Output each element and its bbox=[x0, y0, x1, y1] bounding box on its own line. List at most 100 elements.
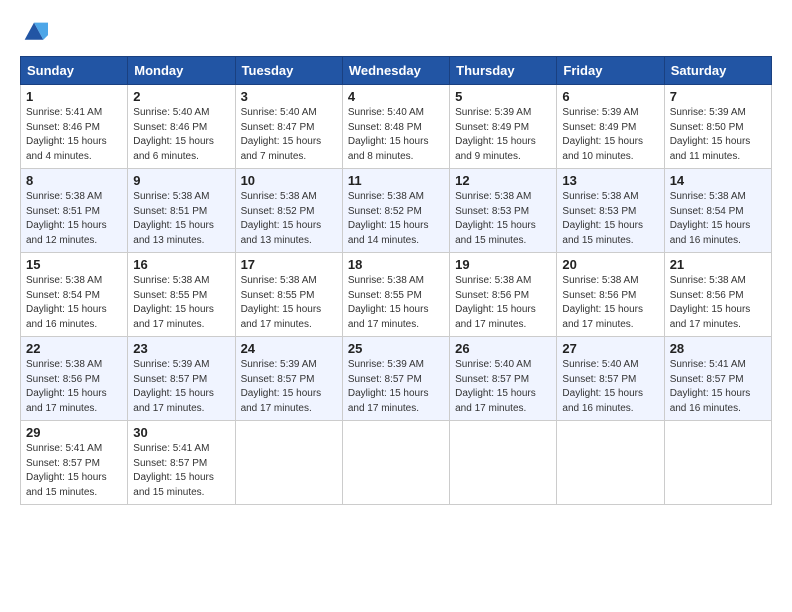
day-number: 16 bbox=[133, 257, 229, 272]
day-number: 25 bbox=[348, 341, 444, 356]
day-info: Sunrise: 5:41 AMSunset: 8:46 PMDaylight:… bbox=[26, 106, 122, 164]
calendar-cell: 5Sunrise: 5:39 AMSunset: 8:49 PMDaylight… bbox=[450, 85, 557, 169]
header-sunday: Sunday bbox=[21, 57, 128, 85]
day-info: Sunrise: 5:41 AMSunset: 8:57 PMDaylight:… bbox=[670, 358, 766, 416]
calendar-cell: 26Sunrise: 5:40 AMSunset: 8:57 PMDayligh… bbox=[450, 337, 557, 421]
calendar-cell: 14 Sunrise: 5:38 AMSunset: 8:54 PMDayligh… bbox=[664, 169, 771, 253]
header-monday: Monday bbox=[128, 57, 235, 85]
logo bbox=[20, 18, 52, 46]
day-number: 8 bbox=[26, 173, 122, 188]
day-info: Sunrise: 5:38 AMSunset: 8:54 PMDaylight:… bbox=[670, 190, 766, 248]
day-number: 7 bbox=[670, 89, 766, 104]
calendar-header-row: SundayMondayTuesdayWednesdayThursdayFrid… bbox=[21, 57, 772, 85]
day-info: Sunrise: 5:38 AMSunset: 8:55 PMDaylight:… bbox=[241, 274, 337, 332]
day-info: Sunrise: 5:38 AMSunset: 8:51 PMDaylight:… bbox=[26, 190, 122, 248]
day-number: 21 bbox=[670, 257, 766, 272]
logo-icon bbox=[20, 18, 48, 46]
day-info: Sunrise: 5:40 AMSunset: 8:46 PMDaylight:… bbox=[133, 106, 229, 164]
calendar-table: SundayMondayTuesdayWednesdayThursdayFrid… bbox=[20, 56, 772, 505]
day-number: 27 bbox=[562, 341, 658, 356]
calendar-cell: 30 Sunrise: 5:41 AMSunset: 8:57 PMDayligh… bbox=[128, 421, 235, 505]
calendar-cell: 11 Sunrise: 5:38 AMSunset: 8:52 PMDayligh… bbox=[342, 169, 449, 253]
calendar-cell bbox=[557, 421, 664, 505]
calendar-cell: 22 Sunrise: 5:38 AMSunset: 8:56 PMDayligh… bbox=[21, 337, 128, 421]
day-info: Sunrise: 5:39 AMSunset: 8:50 PMDaylight:… bbox=[670, 106, 766, 164]
day-info: Sunrise: 5:41 AMSunset: 8:57 PMDaylight:… bbox=[26, 442, 122, 500]
calendar-cell: 12Sunrise: 5:38 AMSunset: 8:53 PMDayligh… bbox=[450, 169, 557, 253]
day-info: Sunrise: 5:40 AMSunset: 8:48 PMDaylight:… bbox=[348, 106, 444, 164]
day-number: 18 bbox=[348, 257, 444, 272]
day-info: Sunrise: 5:38 AMSunset: 8:56 PMDaylight:… bbox=[670, 274, 766, 332]
day-number: 6 bbox=[562, 89, 658, 104]
header bbox=[20, 18, 772, 46]
calendar-cell: 4 Sunrise: 5:40 AMSunset: 8:48 PMDaylight… bbox=[342, 85, 449, 169]
calendar-cell: 13 Sunrise: 5:38 AMSunset: 8:53 PMDayligh… bbox=[557, 169, 664, 253]
header-friday: Friday bbox=[557, 57, 664, 85]
calendar-cell: 21 Sunrise: 5:38 AMSunset: 8:56 PMDayligh… bbox=[664, 253, 771, 337]
day-info: Sunrise: 5:41 AMSunset: 8:57 PMDaylight:… bbox=[133, 442, 229, 500]
header-wednesday: Wednesday bbox=[342, 57, 449, 85]
calendar-cell: 17 Sunrise: 5:38 AMSunset: 8:55 PMDayligh… bbox=[235, 253, 342, 337]
calendar-cell bbox=[450, 421, 557, 505]
calendar-cell: 3 Sunrise: 5:40 AMSunset: 8:47 PMDaylight… bbox=[235, 85, 342, 169]
calendar-week-5: 29 Sunrise: 5:41 AMSunset: 8:57 PMDayligh… bbox=[21, 421, 772, 505]
day-number: 17 bbox=[241, 257, 337, 272]
day-number: 23 bbox=[133, 341, 229, 356]
day-info: Sunrise: 5:38 AMSunset: 8:52 PMDaylight:… bbox=[241, 190, 337, 248]
day-info: Sunrise: 5:38 AMSunset: 8:55 PMDaylight:… bbox=[133, 274, 229, 332]
day-number: 10 bbox=[241, 173, 337, 188]
day-number: 28 bbox=[670, 341, 766, 356]
day-info: Sunrise: 5:40 AMSunset: 8:47 PMDaylight:… bbox=[241, 106, 337, 164]
calendar-cell: 29 Sunrise: 5:41 AMSunset: 8:57 PMDayligh… bbox=[21, 421, 128, 505]
calendar-week-2: 8 Sunrise: 5:38 AMSunset: 8:51 PMDaylight… bbox=[21, 169, 772, 253]
calendar-week-1: 1 Sunrise: 5:41 AMSunset: 8:46 PMDaylight… bbox=[21, 85, 772, 169]
header-tuesday: Tuesday bbox=[235, 57, 342, 85]
day-info: Sunrise: 5:38 AMSunset: 8:54 PMDaylight:… bbox=[26, 274, 122, 332]
calendar-cell: 15 Sunrise: 5:38 AMSunset: 8:54 PMDayligh… bbox=[21, 253, 128, 337]
calendar-cell: 8 Sunrise: 5:38 AMSunset: 8:51 PMDaylight… bbox=[21, 169, 128, 253]
day-info: Sunrise: 5:38 AMSunset: 8:53 PMDaylight:… bbox=[562, 190, 658, 248]
day-number: 29 bbox=[26, 425, 122, 440]
day-info: Sunrise: 5:39 AMSunset: 8:57 PMDaylight:… bbox=[133, 358, 229, 416]
calendar-cell: 24Sunrise: 5:39 AMSunset: 8:57 PMDayligh… bbox=[235, 337, 342, 421]
calendar-cell: 19 Sunrise: 5:38 AMSunset: 8:56 PMDayligh… bbox=[450, 253, 557, 337]
calendar-cell bbox=[235, 421, 342, 505]
day-number: 30 bbox=[133, 425, 229, 440]
day-info: Sunrise: 5:38 AMSunset: 8:52 PMDaylight:… bbox=[348, 190, 444, 248]
calendar-cell: 27 Sunrise: 5:40 AMSunset: 8:57 PMDayligh… bbox=[557, 337, 664, 421]
page: SundayMondayTuesdayWednesdayThursdayFrid… bbox=[0, 0, 792, 612]
day-info: Sunrise: 5:40 AMSunset: 8:57 PMDaylight:… bbox=[562, 358, 658, 416]
day-number: 14 bbox=[670, 173, 766, 188]
calendar-cell: 16 Sunrise: 5:38 AMSunset: 8:55 PMDayligh… bbox=[128, 253, 235, 337]
day-info: Sunrise: 5:38 AMSunset: 8:53 PMDaylight:… bbox=[455, 190, 551, 248]
day-number: 19 bbox=[455, 257, 551, 272]
day-number: 3 bbox=[241, 89, 337, 104]
calendar-cell: 23 Sunrise: 5:39 AMSunset: 8:57 PMDayligh… bbox=[128, 337, 235, 421]
header-saturday: Saturday bbox=[664, 57, 771, 85]
day-number: 4 bbox=[348, 89, 444, 104]
day-info: Sunrise: 5:39 AMSunset: 8:57 PMDaylight:… bbox=[241, 358, 337, 416]
day-number: 22 bbox=[26, 341, 122, 356]
calendar-cell: 28 Sunrise: 5:41 AMSunset: 8:57 PMDayligh… bbox=[664, 337, 771, 421]
calendar-cell bbox=[664, 421, 771, 505]
day-number: 1 bbox=[26, 89, 122, 104]
day-number: 26 bbox=[455, 341, 551, 356]
calendar-cell: 7 Sunrise: 5:39 AMSunset: 8:50 PMDaylight… bbox=[664, 85, 771, 169]
day-number: 13 bbox=[562, 173, 658, 188]
day-info: Sunrise: 5:39 AMSunset: 8:49 PMDaylight:… bbox=[562, 106, 658, 164]
calendar-cell: 20Sunrise: 5:38 AMSunset: 8:56 PMDayligh… bbox=[557, 253, 664, 337]
calendar-cell: 10 Sunrise: 5:38 AMSunset: 8:52 PMDayligh… bbox=[235, 169, 342, 253]
header-thursday: Thursday bbox=[450, 57, 557, 85]
calendar-week-4: 22 Sunrise: 5:38 AMSunset: 8:56 PMDayligh… bbox=[21, 337, 772, 421]
day-number: 9 bbox=[133, 173, 229, 188]
day-number: 20 bbox=[562, 257, 658, 272]
day-info: Sunrise: 5:38 AMSunset: 8:56 PMDaylight:… bbox=[26, 358, 122, 416]
day-number: 2 bbox=[133, 89, 229, 104]
calendar-cell: 1 Sunrise: 5:41 AMSunset: 8:46 PMDaylight… bbox=[21, 85, 128, 169]
day-info: Sunrise: 5:38 AMSunset: 8:56 PMDaylight:… bbox=[455, 274, 551, 332]
day-number: 11 bbox=[348, 173, 444, 188]
calendar-week-3: 15 Sunrise: 5:38 AMSunset: 8:54 PMDayligh… bbox=[21, 253, 772, 337]
day-info: Sunrise: 5:38 AMSunset: 8:51 PMDaylight:… bbox=[133, 190, 229, 248]
day-number: 15 bbox=[26, 257, 122, 272]
day-info: Sunrise: 5:39 AMSunset: 8:49 PMDaylight:… bbox=[455, 106, 551, 164]
